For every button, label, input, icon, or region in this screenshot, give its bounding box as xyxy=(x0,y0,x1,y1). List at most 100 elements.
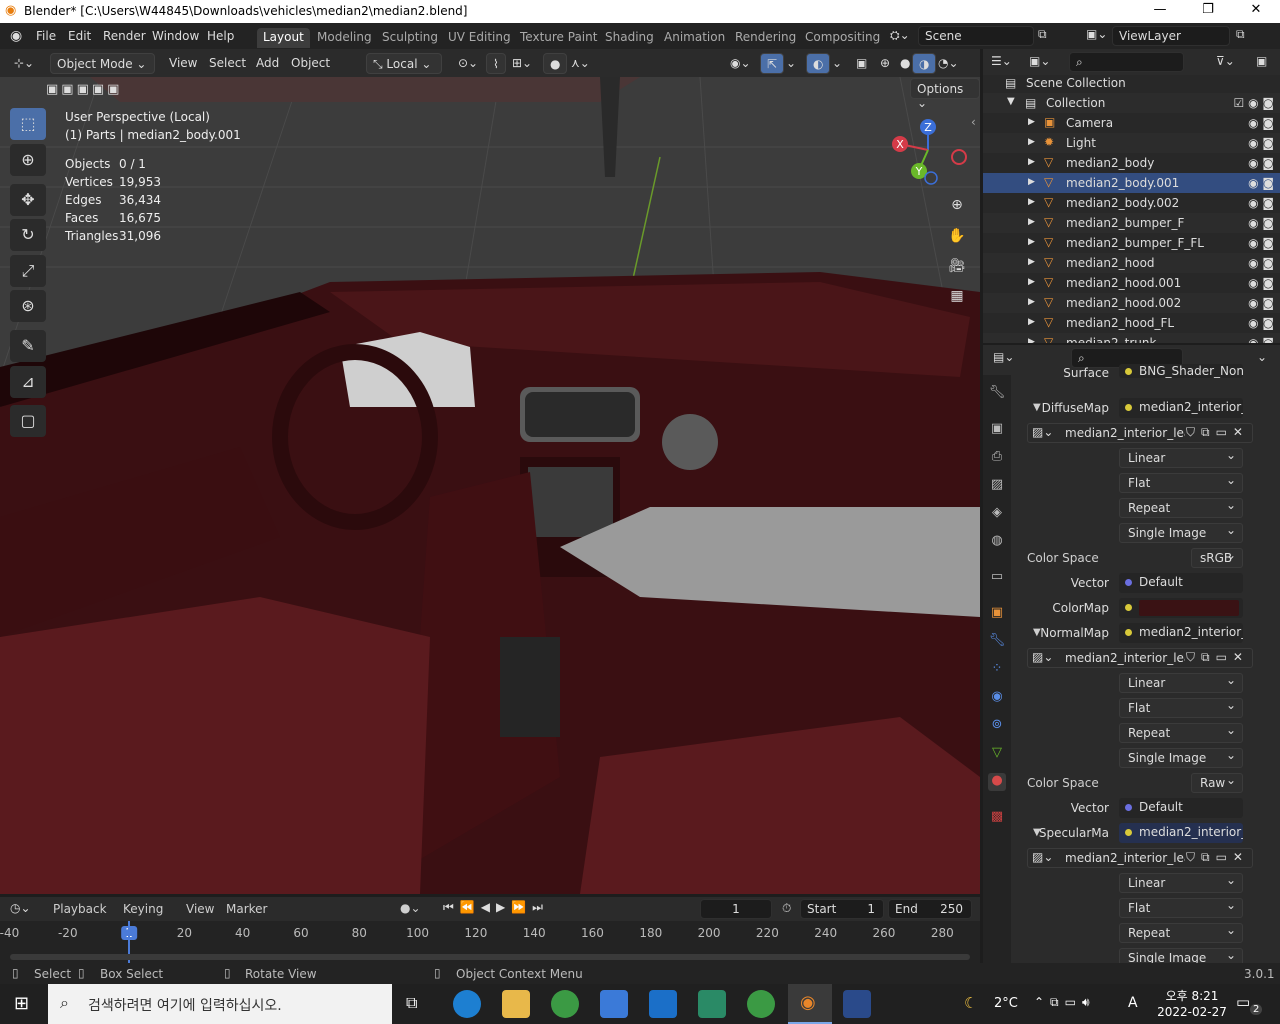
measure-tool-icon[interactable]: ⊿ xyxy=(10,366,46,398)
mail-icon[interactable] xyxy=(649,990,677,1018)
visibility-toggles[interactable]: ◉ ◙ xyxy=(1248,256,1274,270)
scene-field[interactable]: Scene xyxy=(918,26,1034,46)
texture-link[interactable]: median2_interior_l... xyxy=(1119,823,1243,843)
expand-icon[interactable]: ▶ xyxy=(1028,297,1035,307)
task-view-icon[interactable]: ⧉ xyxy=(406,993,417,1013)
outliner-item[interactable]: ▶ ▽ median2_bumper_F_FL ◉ ◙ xyxy=(983,233,1280,253)
vector-link[interactable]: Default xyxy=(1119,573,1243,593)
wireframe-shading-icon[interactable]: ⊕ xyxy=(874,53,896,74)
notification-icon[interactable]: ▭ xyxy=(1236,993,1250,1011)
new-view-layer-icon[interactable]: ⧉ xyxy=(1236,27,1245,42)
tab-texture-paint[interactable]: Texture Paint xyxy=(514,28,603,48)
collection-row[interactable]: ▼ ▤ Collection ☑ ◉ ◙ xyxy=(983,93,1280,113)
expand-icon[interactable]: ▶ xyxy=(1028,117,1035,127)
sidebar-toggle-icon[interactable]: ‹ xyxy=(971,115,976,129)
3d-viewport[interactable]: User Perspective (Local) (1) Parts | med… xyxy=(0,77,980,894)
gizmo-dropdown-icon[interactable]: ⌄ xyxy=(780,53,802,74)
expand-icon[interactable]: ▶ xyxy=(1028,217,1035,227)
visibility-toggles[interactable]: ◉ ◙ xyxy=(1248,156,1274,170)
projection-dropdown[interactable]: Flat xyxy=(1119,698,1243,718)
outliner-item[interactable]: ▶ ✹ Light ◉ ◙ xyxy=(983,133,1280,153)
outliner-item[interactable]: ▶ ▣ Camera ◉ ◙ xyxy=(983,113,1280,133)
transform-tool-icon[interactable]: ⊛ xyxy=(10,290,46,322)
interpolation-dropdown[interactable]: Linear xyxy=(1119,873,1243,893)
expand-icon[interactable]: ▶ xyxy=(1028,317,1035,327)
constraints-tab-icon[interactable]: ⊚ xyxy=(988,717,1006,735)
camera-view-icon[interactable]: 🎥︎ xyxy=(942,251,972,281)
outliner-item[interactable]: ▶ ▽ median2_hood ◉ ◙ xyxy=(983,253,1280,273)
material-tab-icon[interactable]: ● xyxy=(988,773,1006,791)
image-datablock[interactable]: ▨⌄ median2_interior_lea... ⛉⧉▭✕ xyxy=(1027,423,1253,443)
image-app-icon[interactable] xyxy=(843,990,871,1018)
outliner-item[interactable]: ▶ ▽ median2_hood.001 ◉ ◙ xyxy=(983,273,1280,293)
color-space-dropdown[interactable]: sRGB xyxy=(1191,548,1243,568)
visibility-toggles[interactable]: ◉ ◙ xyxy=(1248,296,1274,310)
properties-editor-icon[interactable]: ▤⌄ xyxy=(993,350,1014,364)
visibility-toggles[interactable]: ◉ ◙ xyxy=(1248,116,1274,130)
data-tab-icon[interactable]: ▽ xyxy=(988,745,1006,763)
filter-icon[interactable]: ⊽⌄ xyxy=(1216,54,1235,68)
world-tab-icon[interactable]: ◍ xyxy=(988,533,1006,551)
select-box-tool-icon[interactable]: ⬚ xyxy=(10,108,46,140)
expand-icon[interactable]: ▶ xyxy=(1028,137,1035,147)
extension-dropdown[interactable]: Repeat xyxy=(1119,923,1243,943)
menu-render[interactable]: Render xyxy=(103,29,146,43)
particles-tab-icon[interactable]: ⁘ xyxy=(988,661,1006,679)
menu-window[interactable]: Window xyxy=(152,29,199,43)
interpolation-dropdown[interactable]: Linear xyxy=(1119,448,1243,468)
overlay-dropdown-icon[interactable]: ⌄ xyxy=(826,53,848,74)
new-scene-icon[interactable]: ⧉ xyxy=(1038,27,1047,42)
pivot-icon[interactable]: ⊙⌄ xyxy=(452,53,484,74)
interpolation-dropdown[interactable]: Linear xyxy=(1119,673,1243,693)
snap-target-icon[interactable]: ⊞⌄ xyxy=(506,53,538,74)
outliner-item[interactable]: ▶ ▽ median2_trunk ◉ ◙ xyxy=(983,333,1280,343)
outliner-search-input[interactable]: ⌕ xyxy=(1069,52,1184,72)
blender-menu-icon[interactable]: ◉ xyxy=(10,28,22,44)
tab-compositing[interactable]: Compositing xyxy=(799,28,886,48)
outliner-item[interactable]: ▶ ▽ median2_body.001 ◉ ◙ xyxy=(983,173,1280,193)
falloff-icon[interactable]: ⋏⌄ xyxy=(565,53,596,74)
scene-icon[interactable]: ⛭⌄ xyxy=(890,28,910,43)
proportional-edit-icon[interactable]: ● xyxy=(543,53,568,74)
object-mode-dropdown[interactable]: Object Mode ⌄ xyxy=(50,53,155,74)
extension-dropdown[interactable]: Repeat xyxy=(1119,498,1243,518)
scene-collection-row[interactable]: ▤ Scene Collection xyxy=(983,73,1280,93)
close-button[interactable]: ✕ xyxy=(1236,2,1276,17)
render-tab-icon[interactable]: ▣ xyxy=(988,421,1006,439)
outliner-editor-icon[interactable]: ☰⌄ xyxy=(991,54,1012,68)
options-dropdown[interactable]: Options ⌄ xyxy=(910,78,980,110)
visibility-toggles[interactable]: ◉ ◙ xyxy=(1248,136,1274,150)
timeline-scrollbar[interactable] xyxy=(10,954,970,960)
texture-link[interactable]: median2_interior_l... xyxy=(1119,623,1243,643)
image-datablock[interactable]: ▨⌄ median2_interior_lea... ⛉⧉▭✕ xyxy=(1027,648,1253,668)
start-frame-field[interactable]: Start 1 xyxy=(800,899,884,919)
tab-animation[interactable]: Animation xyxy=(658,28,731,48)
outliner-item[interactable]: ▶ ▽ median2_hood_FL ◉ ◙ xyxy=(983,313,1280,333)
source-dropdown[interactable]: Single Image xyxy=(1119,948,1243,964)
ime-indicator[interactable]: A xyxy=(1128,995,1138,1011)
visibility-toggles[interactable]: ◉ ◙ xyxy=(1248,216,1274,230)
timer-icon[interactable]: ⏱ xyxy=(782,901,791,916)
menu-object[interactable]: Object xyxy=(285,53,336,74)
move-tool-icon[interactable]: ✥ xyxy=(10,184,46,216)
tool-tab-icon[interactable]: 🔧︎ xyxy=(988,385,1006,403)
visibility-icon[interactable]: ◉⌄ xyxy=(724,53,757,74)
tab-sculpting[interactable]: Sculpting xyxy=(376,28,444,48)
current-frame-field[interactable]: 1 xyxy=(700,899,772,919)
rotate-tool-icon[interactable]: ↻ xyxy=(10,219,46,251)
timeline-editor-icon[interactable]: ◷⌄ xyxy=(10,901,31,915)
extension-dropdown[interactable]: Repeat xyxy=(1119,723,1243,743)
physics-tab-icon[interactable]: ◉ xyxy=(988,689,1006,707)
output-tab-icon[interactable]: ⎙ xyxy=(988,449,1006,467)
view-layer-field[interactable]: ViewLayer xyxy=(1112,26,1230,46)
outliner-item[interactable]: ▶ ▽ median2_body ◉ ◙ xyxy=(983,153,1280,173)
object-tab-icon[interactable]: ▣ xyxy=(988,605,1006,623)
menu-select[interactable]: Select xyxy=(203,53,252,74)
playback-controls-icons[interactable]: ⏮⏪◀▶⏩⏭ xyxy=(443,900,549,915)
image-actions-icons[interactable]: ⛉⧉▭✕ xyxy=(1186,650,1249,665)
menu-edit[interactable]: Edit xyxy=(68,29,91,43)
expand-icon[interactable]: ▶ xyxy=(1028,277,1035,287)
menu-help[interactable]: Help xyxy=(207,29,234,43)
source-dropdown[interactable]: Single Image xyxy=(1119,748,1243,768)
store-icon[interactable] xyxy=(600,990,628,1018)
